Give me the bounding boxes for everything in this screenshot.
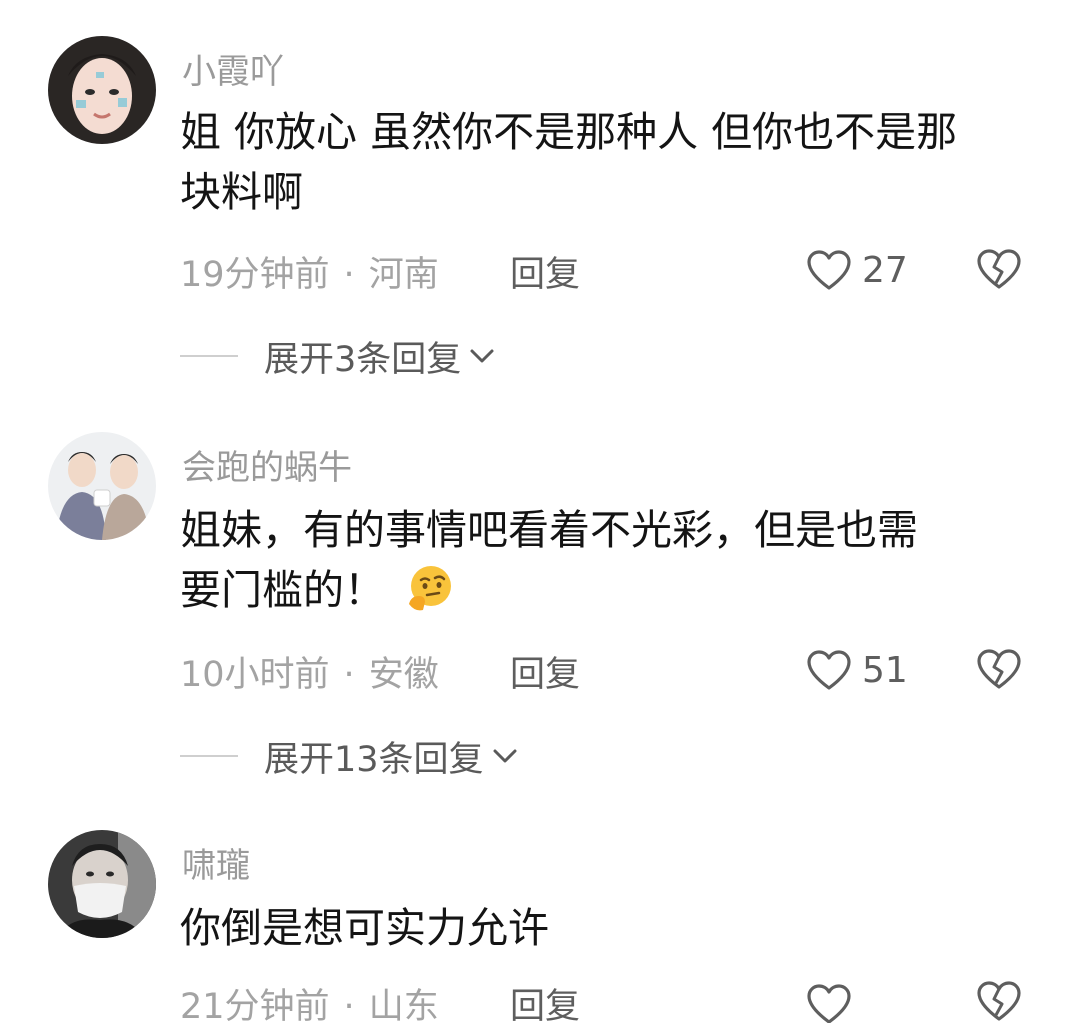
like-count: 51	[862, 649, 908, 691]
avatar[interactable]	[48, 36, 156, 144]
dislike-button[interactable]	[976, 648, 1022, 690]
divider	[180, 755, 238, 757]
comment-text-line: 要门槛的！	[180, 566, 385, 614]
broken-heart-icon	[977, 249, 1021, 289]
chevron-down-icon	[493, 749, 517, 763]
username[interactable]: 会跑的蜗牛	[182, 440, 352, 489]
username[interactable]: 小霞吖	[182, 44, 284, 93]
comment-text: 你倒是想可实力允许	[180, 898, 1040, 958]
comment-text-line: 块料啊	[180, 168, 303, 216]
location: 山东	[368, 987, 439, 1023]
heart-icon	[807, 650, 851, 690]
location: 安徽	[368, 655, 439, 695]
like-button[interactable]: 51	[806, 646, 908, 694]
avatar-two-men-photo-icon	[48, 432, 156, 540]
chevron-down-icon	[470, 349, 494, 363]
avatar[interactable]	[48, 830, 156, 938]
avatar-girl-photo-icon	[48, 36, 156, 144]
comment-text-line: 你倒是想可实力允许	[180, 904, 549, 952]
like-button[interactable]	[806, 980, 852, 1023]
like-button[interactable]: 27	[806, 246, 908, 294]
divider	[180, 355, 238, 357]
comment-text-line: 姐妹，有的事情吧看着不光彩，但是也需	[180, 506, 918, 554]
expand-replies-button[interactable]: 展开13条回复	[180, 734, 518, 780]
comment-list: 小霞吖 姐 你放心 虽然你不是那种人 但你也不是那 块料啊 19分钟前 · 河南 回…	[0, 0, 1080, 1023]
separator: ·	[343, 255, 355, 295]
comment-text: 姐妹，有的事情吧看着不光彩，但是也需 要门槛的！	[180, 500, 1040, 620]
avatar-masked-man-photo-icon	[48, 830, 156, 938]
dislike-button[interactable]	[976, 980, 1022, 1022]
comment-text-line: 姐 你放心 虽然你不是那种人 但你也不是那	[180, 108, 958, 156]
expand-replies-label: 展开13条回复	[264, 739, 484, 780]
expand-replies-label: 展开3条回复	[264, 339, 462, 380]
timestamp: 10小时前	[180, 655, 330, 695]
dislike-button[interactable]	[976, 248, 1022, 290]
timestamp: 21分钟前	[180, 987, 330, 1023]
broken-heart-icon	[977, 981, 1021, 1021]
comment-meta: 19分钟前 · 河南	[180, 246, 439, 297]
timestamp: 19分钟前	[180, 255, 330, 295]
heart-icon	[807, 250, 851, 290]
expand-replies-button[interactable]: 展开3条回复	[180, 334, 495, 380]
comment-meta: 10小时前 · 安徽	[180, 646, 439, 697]
separator: ·	[343, 655, 355, 695]
comment-text: 姐 你放心 虽然你不是那种人 但你也不是那 块料啊	[180, 102, 1040, 222]
separator: ·	[343, 987, 355, 1023]
username[interactable]: 啸瓏	[182, 838, 250, 887]
reply-button[interactable]: 回复	[510, 246, 580, 297]
comment-text-line-with-emoji: 要门槛的！	[180, 560, 1040, 620]
location: 河南	[368, 255, 439, 295]
broken-heart-icon	[977, 649, 1021, 689]
thinking-face-icon	[409, 566, 451, 611]
avatar[interactable]	[48, 432, 156, 540]
reply-button[interactable]: 回复	[510, 978, 580, 1023]
like-count: 27	[862, 249, 908, 291]
reply-button[interactable]: 回复	[510, 646, 580, 697]
comment-meta: 21分钟前 · 山东	[180, 978, 439, 1023]
heart-icon	[807, 984, 851, 1023]
